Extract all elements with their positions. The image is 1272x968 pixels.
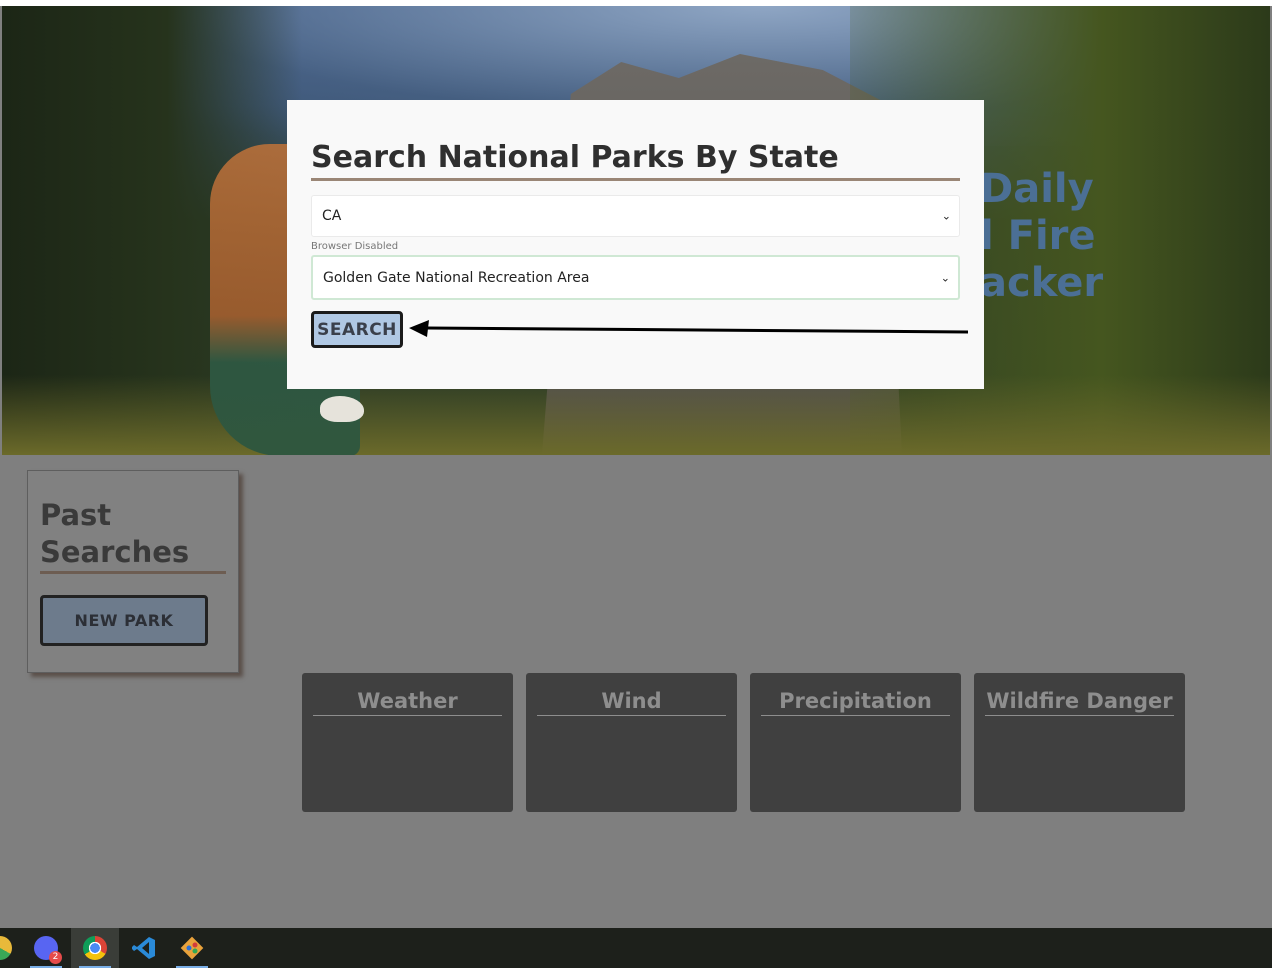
taskbar-item-discord[interactable]: 2 (22, 928, 70, 968)
wildfire-danger-card-title: Wildfire Danger (985, 687, 1174, 716)
wildfire-danger-card: Wildfire Danger (974, 673, 1185, 812)
browser-disabled-hint: Browser Disabled (311, 241, 399, 252)
hero-title: Daily l Fire acker (980, 166, 1104, 306)
search-heading: Search National Parks By State (311, 140, 960, 181)
discord-badge: 2 (49, 951, 62, 964)
wind-card: Wind (526, 673, 737, 812)
taskbar: 2 (0, 928, 1272, 968)
annotation-arrow-icon (409, 320, 969, 337)
weather-card-title: Weather (313, 687, 502, 716)
weather-card: Weather (302, 673, 513, 812)
wind-card-title: Wind (537, 687, 726, 716)
taskbar-item-git[interactable] (168, 928, 216, 968)
precipitation-card: Precipitation (750, 673, 961, 812)
discord-icon: 2 (34, 936, 62, 964)
past-searches-panel: Past Searches NEW PARK (27, 470, 239, 673)
search-button[interactable]: SEARCH (311, 311, 403, 348)
git-icon (180, 936, 204, 960)
state-select[interactable]: CA ⌄ (311, 195, 960, 237)
precipitation-card-title: Precipitation (761, 687, 950, 716)
chrome-icon (83, 936, 107, 960)
search-card: Search National Parks By State CA ⌄ Brow… (287, 100, 984, 389)
chevron-down-icon: ⌄ (940, 271, 950, 284)
new-park-button[interactable]: NEW PARK (40, 595, 208, 646)
taskbar-item-chrome[interactable] (71, 928, 119, 968)
bison-icon (320, 396, 364, 422)
park-select[interactable]: Golden Gate National Recreation Area ⌄ (311, 255, 960, 300)
taskbar-item-chrome-partial[interactable] (0, 928, 24, 968)
vscode-icon (132, 937, 155, 959)
park-select-value: Golden Gate National Recreation Area (323, 269, 590, 286)
past-searches-heading: Past Searches (40, 497, 226, 574)
state-select-value: CA (322, 208, 342, 224)
chrome-partial-icon (0, 936, 12, 960)
taskbar-item-vscode[interactable] (120, 928, 168, 968)
chevron-down-icon: ⌄ (941, 209, 951, 223)
